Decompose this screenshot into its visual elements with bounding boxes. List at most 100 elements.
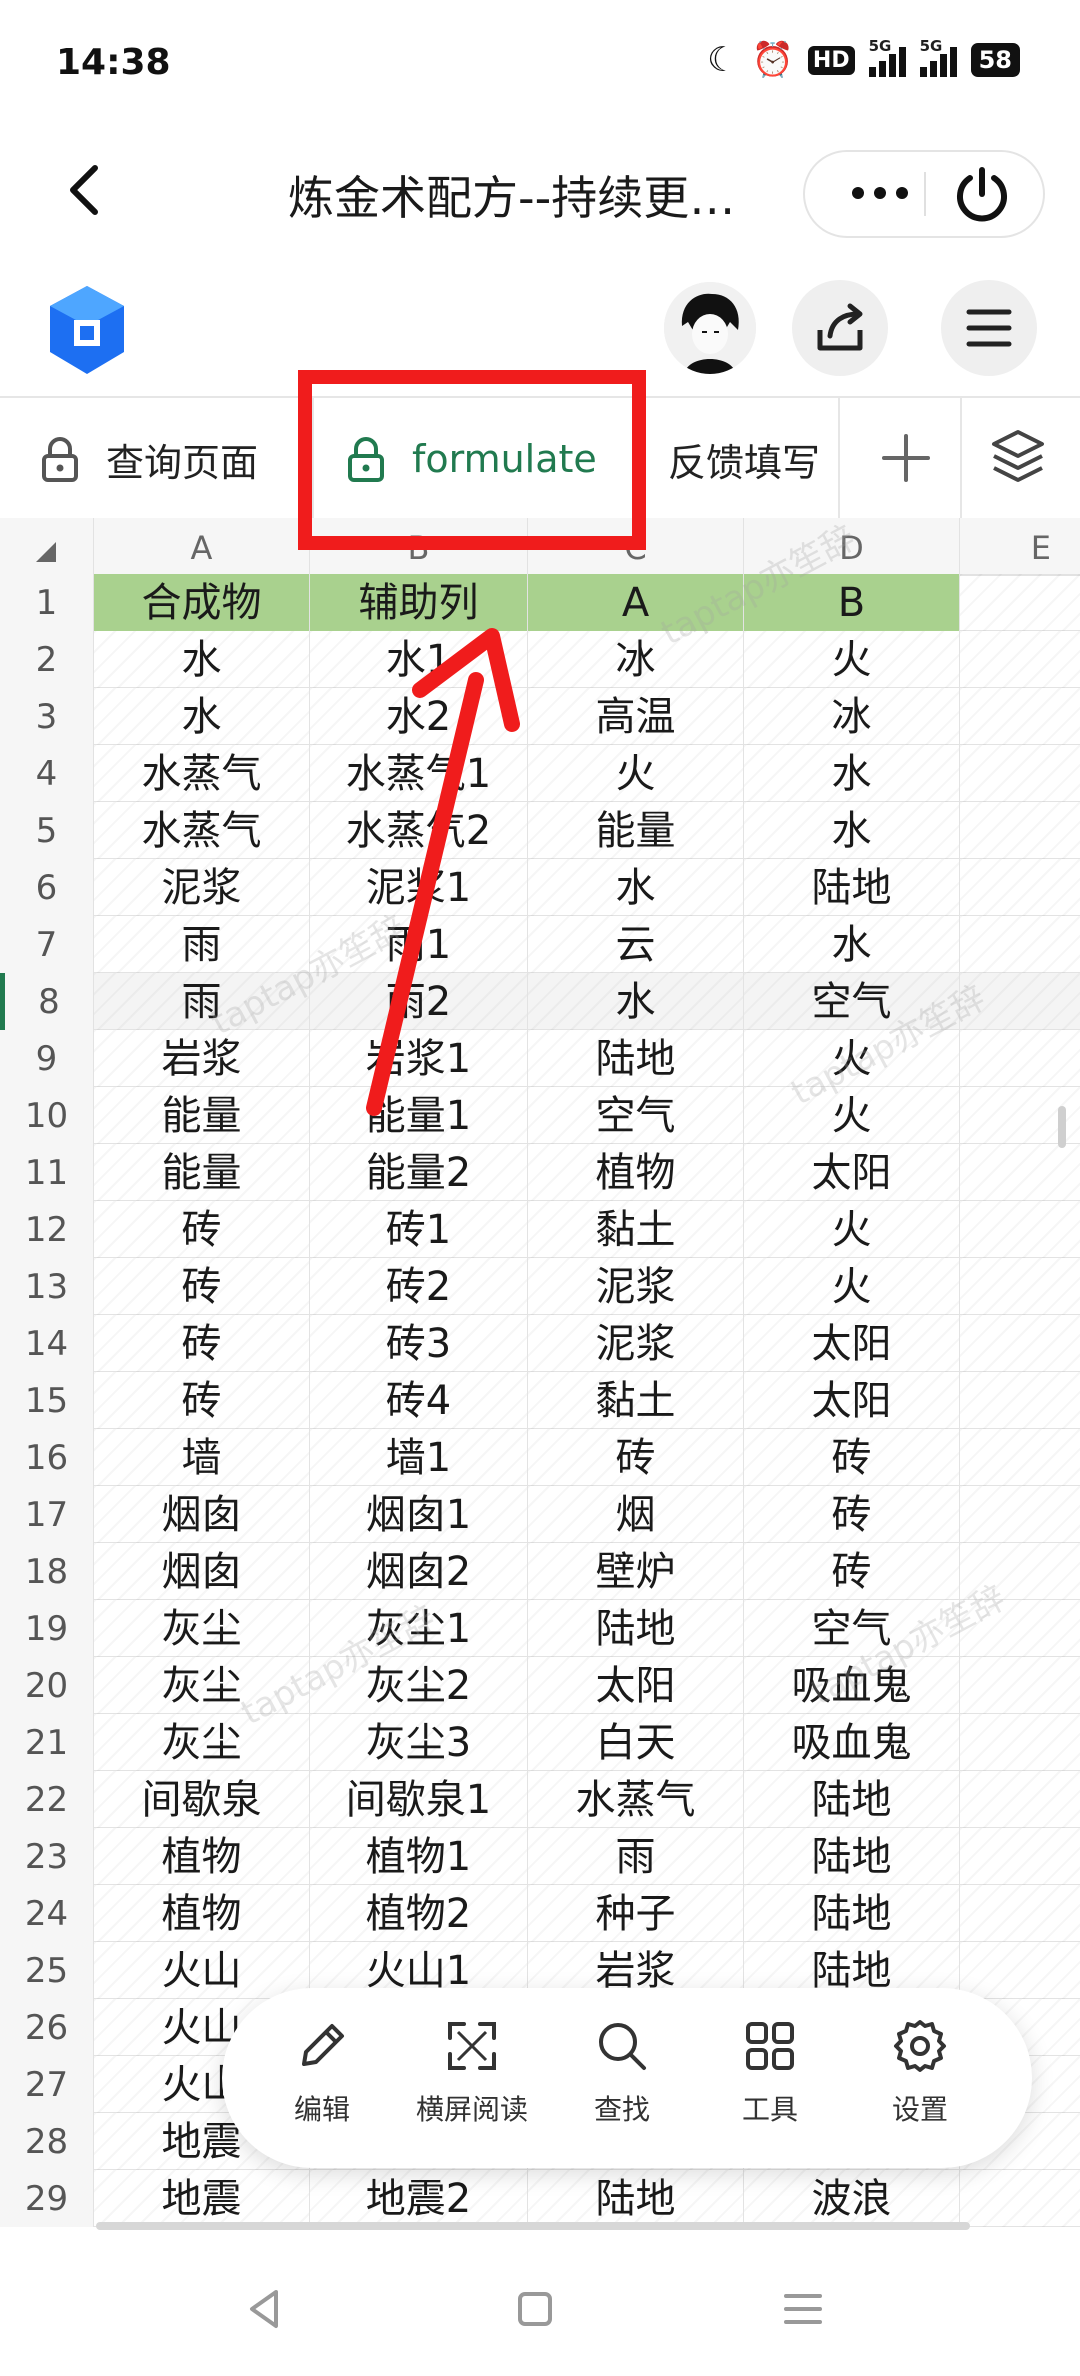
table-cell[interactable]: 砖 — [744, 1429, 960, 1486]
row-number[interactable]: 5 — [0, 802, 94, 859]
settings-button[interactable]: 设置 — [850, 2016, 990, 2128]
row-number[interactable]: 22 — [0, 1771, 94, 1828]
row-number[interactable]: 16 — [0, 1429, 94, 1486]
table-cell[interactable]: 波浪 — [744, 2170, 960, 2227]
table-cell[interactable]: 烟囱 — [94, 1486, 310, 1543]
vertical-scrollbar[interactable] — [1058, 1106, 1066, 1148]
table-cell[interactable]: 黏土 — [528, 1372, 744, 1429]
table-cell[interactable]: 水 — [744, 916, 960, 973]
table-cell[interactable] — [960, 1030, 1080, 1087]
table-cell[interactable] — [960, 1885, 1080, 1942]
back-arrow-icon[interactable] — [55, 160, 115, 220]
row-number[interactable]: 9 — [0, 1030, 94, 1087]
table-cell[interactable]: 间歇泉1 — [310, 1771, 528, 1828]
table-cell[interactable]: 岩浆1 — [310, 1030, 528, 1087]
table-cell[interactable]: 烟囱1 — [310, 1486, 528, 1543]
table-cell[interactable]: 黏土 — [528, 1201, 744, 1258]
table-cell[interactable]: 陆地 — [528, 2170, 744, 2227]
header-cell[interactable]: 合成物 — [94, 574, 310, 631]
table-cell[interactable] — [960, 859, 1080, 916]
header-cell[interactable] — [960, 574, 1080, 631]
table-cell[interactable] — [960, 1429, 1080, 1486]
table-cell[interactable] — [960, 1372, 1080, 1429]
nav-home-icon[interactable] — [510, 2284, 560, 2334]
table-cell[interactable]: 陆地 — [744, 1828, 960, 1885]
table-cell[interactable]: 太阳 — [744, 1372, 960, 1429]
table-cell[interactable]: 水 — [528, 973, 744, 1030]
table-cell[interactable]: 太阳 — [528, 1657, 744, 1714]
edit-button[interactable]: 编辑 — [252, 2016, 392, 2128]
row-number[interactable]: 13 — [0, 1258, 94, 1315]
table-cell[interactable]: 灰尘 — [94, 1600, 310, 1657]
table-cell[interactable]: 火 — [744, 1258, 960, 1315]
row-number[interactable]: 15 — [0, 1372, 94, 1429]
row-number[interactable]: 6 — [0, 859, 94, 916]
table-cell[interactable]: 砖2 — [310, 1258, 528, 1315]
add-sheet-icon[interactable] — [868, 420, 944, 496]
table-cell[interactable]: 陆地 — [744, 859, 960, 916]
table-cell[interactable]: 云 — [528, 916, 744, 973]
table-cell[interactable]: 雨2 — [310, 973, 528, 1030]
table-cell[interactable]: 高温 — [528, 688, 744, 745]
row-number[interactable]: 7 — [0, 916, 94, 973]
user-avatar[interactable] — [664, 282, 756, 374]
layers-icon[interactable] — [990, 426, 1046, 486]
table-cell[interactable]: 砖 — [744, 1543, 960, 1600]
tab-feedback[interactable]: 反馈填写 — [668, 398, 820, 520]
table-cell[interactable]: 砖4 — [310, 1372, 528, 1429]
table-cell[interactable] — [960, 1657, 1080, 1714]
menu-button[interactable] — [941, 280, 1037, 376]
table-cell[interactable]: 砖1 — [310, 1201, 528, 1258]
row-number[interactable]: 19 — [0, 1600, 94, 1657]
table-cell[interactable]: 水蒸气 — [528, 1771, 744, 1828]
table-cell[interactable]: 能量 — [94, 1144, 310, 1201]
table-cell[interactable] — [960, 802, 1080, 859]
row-number[interactable]: 10 — [0, 1087, 94, 1144]
table-cell[interactable] — [960, 1714, 1080, 1771]
table-cell[interactable]: 水 — [528, 859, 744, 916]
app-logo-icon[interactable] — [44, 280, 130, 380]
table-cell[interactable]: 砖 — [528, 1429, 744, 1486]
table-cell[interactable]: 墙1 — [310, 1429, 528, 1486]
table-cell[interactable]: 冰 — [744, 688, 960, 745]
row-number[interactable]: 12 — [0, 1201, 94, 1258]
landscape-read-button[interactable]: 横屏阅读 — [402, 2016, 542, 2128]
row-number[interactable]: 3 — [0, 688, 94, 745]
table-cell[interactable]: 能量 — [528, 802, 744, 859]
tab-query-page[interactable]: 查询页面 — [40, 398, 258, 520]
tools-button[interactable]: 工具 — [700, 2016, 840, 2128]
row-number[interactable]: 27 — [0, 2056, 94, 2113]
table-cell[interactable] — [960, 916, 1080, 973]
row-number[interactable]: 28 — [0, 2113, 94, 2170]
table-cell[interactable]: 地震 — [94, 2170, 310, 2227]
table-cell[interactable]: 太阳 — [744, 1144, 960, 1201]
table-cell[interactable] — [960, 1258, 1080, 1315]
row-number[interactable]: 14 — [0, 1315, 94, 1372]
table-cell[interactable]: 植物 — [94, 1828, 310, 1885]
spreadsheet-grid[interactable]: A B C D E 1 合成物 辅助列 A B 2 水水1 冰火 3 水水2 高温冰 4 水蒸气 水蒸气1… — [0, 518, 1080, 2230]
table-cell[interactable]: 陆地 — [744, 1771, 960, 1828]
table-cell[interactable]: 泥浆1 — [310, 859, 528, 916]
table-cell[interactable]: 烟囱 — [94, 1543, 310, 1600]
table-cell[interactable]: 水 — [744, 745, 960, 802]
table-cell[interactable]: 水2 — [310, 688, 528, 745]
table-cell[interactable]: 岩浆 — [94, 1030, 310, 1087]
row-number[interactable]: 1 — [0, 574, 94, 631]
row-number[interactable]: 24 — [0, 1885, 94, 1942]
table-cell[interactable]: 砖3 — [310, 1315, 528, 1372]
table-cell[interactable]: 陆地 — [528, 1030, 744, 1087]
table-cell[interactable]: 砖 — [94, 1372, 310, 1429]
table-cell[interactable]: 水蒸气 — [94, 745, 310, 802]
table-cell[interactable]: 水蒸气 — [94, 802, 310, 859]
table-cell[interactable]: 植物1 — [310, 1828, 528, 1885]
row-number[interactable]: 26 — [0, 1999, 94, 2056]
more-dots-icon[interactable] — [835, 168, 925, 218]
table-cell[interactable]: 水蒸气1 — [310, 745, 528, 802]
table-cell[interactable]: 烟 — [528, 1486, 744, 1543]
power-icon[interactable] — [950, 164, 1014, 224]
row-number[interactable]: 17 — [0, 1486, 94, 1543]
table-cell[interactable]: 墙 — [94, 1429, 310, 1486]
share-button[interactable] — [792, 280, 888, 376]
table-cell[interactable]: 能量1 — [310, 1087, 528, 1144]
table-cell[interactable]: 植物 — [528, 1144, 744, 1201]
